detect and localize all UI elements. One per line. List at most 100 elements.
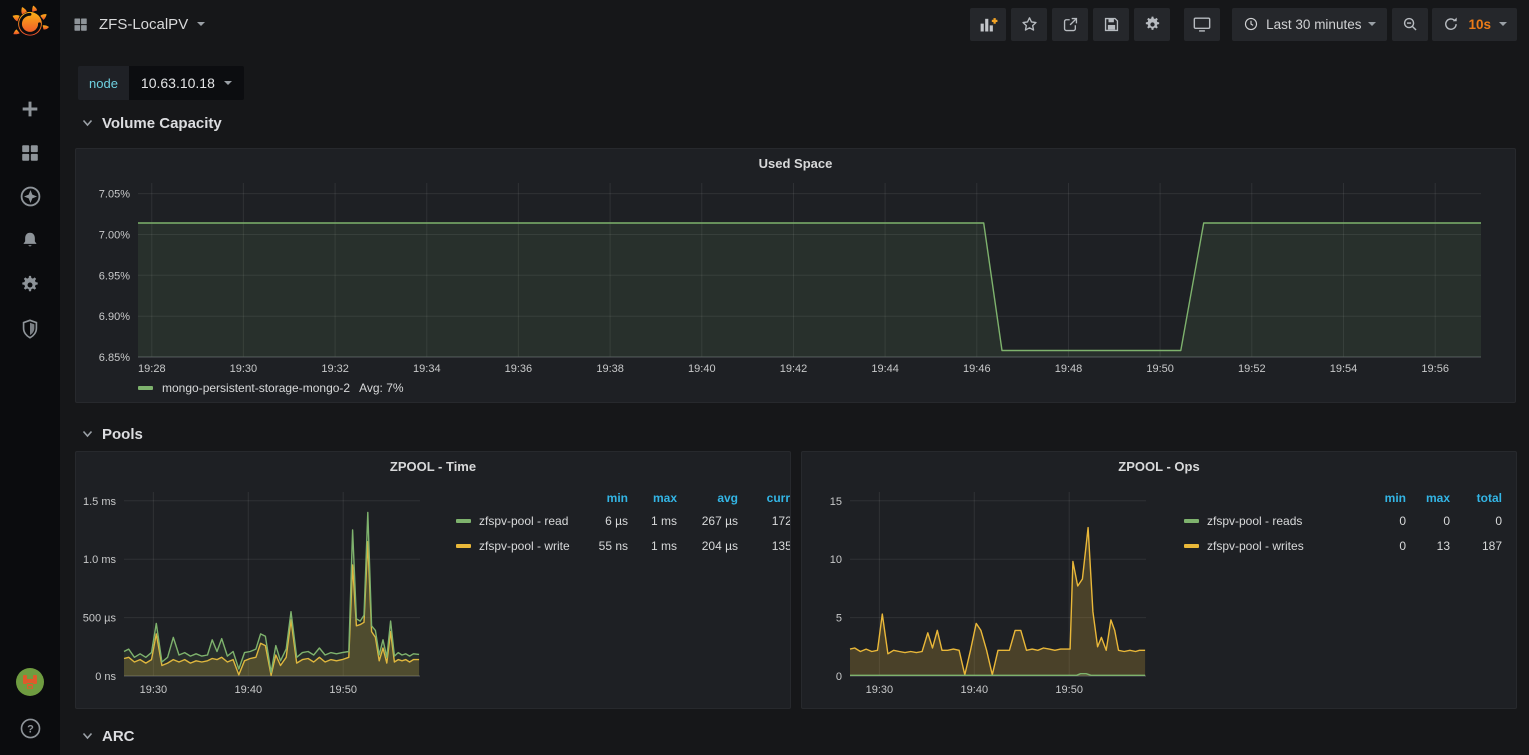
svg-text:6.90%: 6.90% [99,311,130,323]
chevron-down-icon [82,732,93,740]
legend-swatch [456,519,471,523]
time-range-label: Last 30 minutes [1266,17,1361,32]
share-button[interactable] [1052,8,1088,41]
legend-row: zfspv-pool - reads 0 0 0 [1184,508,1502,533]
clock-icon [1243,16,1259,32]
legend-swatch [1184,519,1199,523]
legend-series-name[interactable]: mongo-persistent-storage-mongo-2 [162,381,350,395]
legend-swatch [1184,544,1199,548]
zoom-out-button[interactable] [1392,8,1428,41]
svg-text:19:50: 19:50 [1146,363,1174,375]
svg-text:19:36: 19:36 [505,363,533,375]
chevron-down-icon [82,430,93,438]
zpool-ops-legend: min max total zfspv-pool - reads 0 0 0 [1184,488,1502,558]
svg-text:1.5 ms: 1.5 ms [83,496,117,508]
panel-zpool-time: ZPOOL - Time 19:3019:4019:500 ns500 µs1.… [75,451,791,709]
pools-row: ZPOOL - Time 19:30 19:40 19:50 0 ns 500 µs 1.… [75,451,1529,709]
variable-node-value[interactable]: 10.63.10.18 [129,66,244,100]
create-plus-icon[interactable] [19,97,42,120]
navbar: ZFS-LocalPV [60,0,1529,48]
panel-title[interactable]: ZPOOL - Ops [802,452,1516,474]
svg-text:6.85%: 6.85% [99,352,130,364]
svg-text:19:28: 19:28 [138,363,166,375]
server-admin-shield-icon[interactable] [19,317,42,340]
cycle-view-tv-button[interactable] [1184,8,1220,41]
explore-compass-icon[interactable] [19,185,42,208]
settings-gear-button[interactable] [1134,8,1170,41]
svg-text:19:30: 19:30 [140,684,168,696]
section-arc[interactable]: ARC [82,723,1529,749]
refresh-icon[interactable] [1442,15,1460,33]
star-button[interactable] [1011,8,1047,41]
alerting-bell-icon[interactable] [19,229,42,252]
svg-text:19:42: 19:42 [780,363,808,375]
svg-text:6.95%: 6.95% [99,270,130,282]
legend-series-toggle[interactable]: zfspv-pool - writes [1184,539,1350,553]
save-button[interactable] [1093,8,1129,41]
panel-title[interactable]: ZPOOL - Time [76,452,790,474]
svg-text:19:56: 19:56 [1421,363,1449,375]
legend-row: zfspv-pool - write 55 ns 1 ms 204 µs 135… [456,533,790,558]
dashboard-grid-icon [72,16,89,33]
sidebar: ? [0,0,60,755]
svg-text:19:50: 19:50 [329,684,357,696]
svg-text:19:44: 19:44 [871,363,899,375]
variable-node-label: node [78,66,129,100]
svg-text:1.0 ms: 1.0 ms [83,554,117,566]
panel-used-space: Used Space 19:2819:3019:3219:3419:3619:3… [75,148,1516,403]
dashboard-title-dropdown[interactable]: ZFS-LocalPV [99,16,205,33]
dashboard-title: ZFS-LocalPV [99,16,188,33]
variable-node-picker[interactable]: node 10.63.10.18 [78,66,244,100]
section-title: Pools [102,426,143,443]
svg-text:0 ns: 0 ns [95,671,116,683]
grafana-logo[interactable] [11,4,49,42]
svg-text:19:30: 19:30 [866,684,894,696]
dashboard-content: node 10.63.10.18 Volume Capacity Used Sp… [60,48,1529,755]
section-volume-capacity[interactable]: Volume Capacity [82,110,1529,136]
svg-text:19:50: 19:50 [1055,684,1083,696]
legend-series-toggle[interactable]: zfspv-pool - read [456,514,586,528]
section-title: ARC [102,728,135,745]
refresh-control[interactable]: 10s [1432,8,1517,41]
zpool-ops-chart[interactable]: 19:3019:4019:50051015 [804,484,1154,698]
svg-text:500 µs: 500 µs [83,613,117,625]
svg-text:19:30: 19:30 [230,363,258,375]
dashboards-icon[interactable] [19,141,42,164]
svg-text:0: 0 [836,671,842,683]
chevron-down-icon [82,119,93,127]
svg-text:?: ? [27,724,34,736]
legend-header-row: min max avg current [456,488,790,508]
configuration-gear-icon[interactable] [19,273,42,296]
svg-text:19:52: 19:52 [1238,363,1266,375]
user-avatar[interactable] [15,667,45,702]
panel-zpool-ops: ZPOOL - Ops 19:3019:4019:50051015 min ma… [801,451,1517,709]
svg-text:19:46: 19:46 [963,363,991,375]
chevron-down-icon [197,22,205,26]
sidebar-bottom: ? [0,667,60,745]
panel-title[interactable]: Used Space [76,149,1515,171]
svg-text:19:40: 19:40 [961,684,989,696]
legend-series-toggle[interactable]: zfspv-pool - reads [1184,514,1350,528]
svg-text:19:38: 19:38 [596,363,624,375]
time-range-picker[interactable]: Last 30 minutes [1232,8,1387,41]
chevron-down-icon [1499,22,1507,26]
svg-text:5: 5 [836,613,842,625]
legend-series-toggle[interactable]: zfspv-pool - write [456,539,586,553]
refresh-interval: 10s [1468,17,1491,32]
legend-swatch [138,386,153,390]
chevron-down-icon [1368,22,1376,26]
legend-swatch [456,544,471,548]
zpool-time-chart[interactable]: 19:3019:4019:500 ns500 µs1.0 ms1.5 ms [78,484,428,698]
legend-row: zfspv-pool - read 6 µs 1 ms 267 µs 172 µ… [456,508,790,533]
section-pools[interactable]: Pools [82,421,1529,447]
legend-row: zfspv-pool - writes 0 13 187 [1184,533,1502,558]
used-space-chart[interactable]: 19:2819:3019:3219:3419:3619:3819:4019:42… [84,175,1509,377]
help-icon[interactable]: ? [19,717,42,745]
svg-text:19:48: 19:48 [1055,363,1083,375]
svg-text:7.00%: 7.00% [99,230,130,242]
svg-text:10: 10 [830,554,842,566]
add-panel-button[interactable] [970,8,1006,41]
legend-avg-value: Avg: 7% [359,381,403,395]
used-space-legend: mongo-persistent-storage-mongo-2 Avg: 7% [138,381,404,395]
svg-text:19:54: 19:54 [1330,363,1358,375]
